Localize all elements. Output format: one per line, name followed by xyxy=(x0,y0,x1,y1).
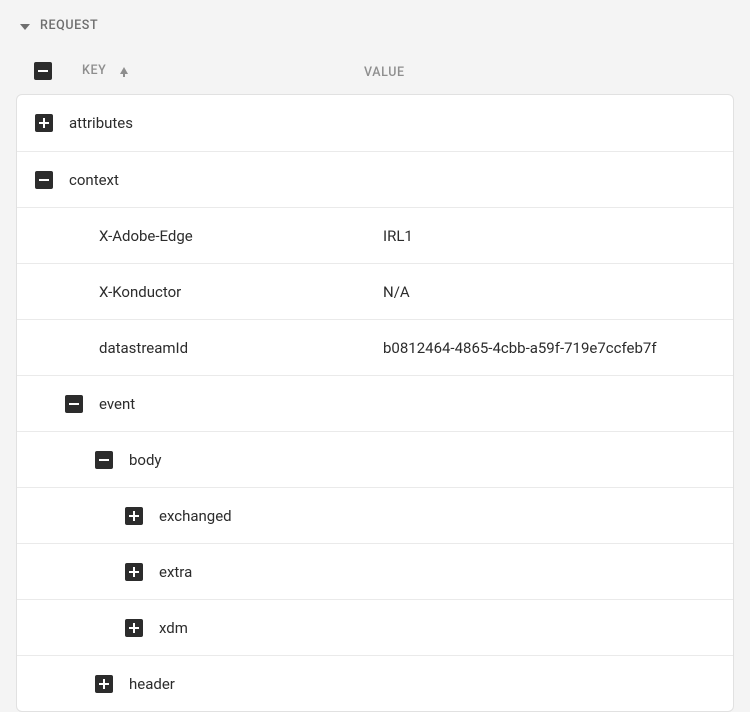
leaf-spacer xyxy=(65,283,83,301)
key-label: body xyxy=(129,451,162,469)
tree-row-header[interactable]: header xyxy=(17,655,733,711)
key-label: X-Adobe-Edge xyxy=(99,227,193,245)
key-label: attributes xyxy=(69,114,133,132)
key-label: X-Konductor xyxy=(99,283,181,301)
plus-icon[interactable] xyxy=(35,114,53,132)
panel-title: REQUEST xyxy=(40,18,98,33)
tree-row-extra[interactable]: extra xyxy=(17,543,733,599)
leaf-spacer xyxy=(65,227,83,245)
plus-icon[interactable] xyxy=(125,619,143,637)
value-column-header[interactable]: VALUE xyxy=(364,65,405,80)
tree-row-context[interactable]: context xyxy=(17,151,733,207)
tree-row-datastreamid[interactable]: datastreamId b0812464-4865-4cbb-a59f-719… xyxy=(17,319,733,375)
tree-row-attributes[interactable]: attributes xyxy=(17,95,733,151)
tree-row-exchanged[interactable]: exchanged xyxy=(17,487,733,543)
collapse-all-icon[interactable] xyxy=(34,62,52,80)
plus-icon[interactable] xyxy=(125,563,143,581)
minus-icon[interactable] xyxy=(95,451,113,469)
value-label: IRL1 xyxy=(383,227,413,245)
sort-ascending-icon[interactable] xyxy=(120,67,128,74)
panel-header[interactable]: REQUEST xyxy=(0,0,750,47)
key-label: context xyxy=(69,171,119,189)
leaf-spacer xyxy=(65,339,83,357)
columns-header: KEY VALUE xyxy=(0,47,750,94)
tree-container: attributes context X-Adobe-Edge IRL1 X-K… xyxy=(16,94,734,712)
value-label: N/A xyxy=(383,283,410,301)
tree-row-xdm[interactable]: xdm xyxy=(17,599,733,655)
tree-row-event[interactable]: event xyxy=(17,375,733,431)
minus-icon[interactable] xyxy=(65,395,83,413)
key-label: extra xyxy=(159,563,192,581)
key-label: header xyxy=(129,675,175,693)
value-label: b0812464-4865-4cbb-a59f-719e7ccfeb7f xyxy=(383,339,657,357)
plus-icon[interactable] xyxy=(125,507,143,525)
tree-row-body[interactable]: body xyxy=(17,431,733,487)
minus-icon[interactable] xyxy=(35,171,53,189)
key-column-header[interactable]: KEY xyxy=(82,63,106,78)
key-label: exchanged xyxy=(159,507,232,525)
plus-icon[interactable] xyxy=(95,675,113,693)
tree-row-x-konductor[interactable]: X-Konductor N/A xyxy=(17,263,733,319)
key-label: xdm xyxy=(159,619,188,637)
tree-row-x-adobe-edge[interactable]: X-Adobe-Edge IRL1 xyxy=(17,207,733,263)
chevron-down-icon xyxy=(20,24,30,30)
key-label: event xyxy=(99,395,135,413)
key-label: datastreamId xyxy=(99,339,188,357)
